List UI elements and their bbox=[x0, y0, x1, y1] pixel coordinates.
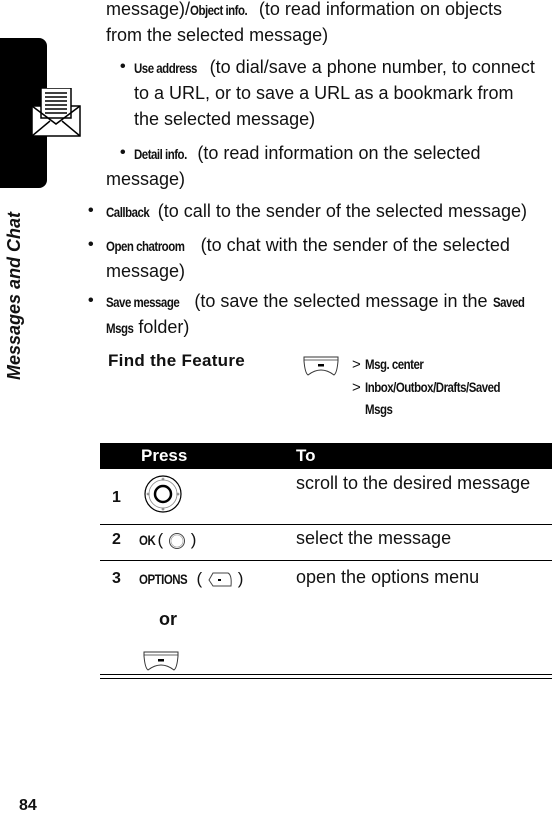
paren: ( bbox=[157, 530, 164, 549]
keyword-object-info: Object info. bbox=[190, 2, 248, 18]
keyword-callback: Callback bbox=[106, 204, 150, 220]
step-description: open the options menu bbox=[296, 567, 480, 587]
text: (to read information on the selected bbox=[192, 143, 481, 163]
or-label: or bbox=[159, 609, 177, 629]
bullet-open-chatroom: Open chatroom (to chat with the sender o… bbox=[106, 232, 510, 259]
bullet: • bbox=[120, 144, 126, 161]
page-number: 84 bbox=[19, 797, 37, 814]
nav-key-icon bbox=[144, 475, 182, 513]
menu-path-step: Msgs bbox=[365, 401, 393, 418]
table-bottom-line bbox=[100, 678, 552, 679]
keyword-saved: Saved bbox=[492, 294, 525, 310]
paren: ( bbox=[196, 569, 203, 588]
paragraph-line: message)/Object info. (to read informati… bbox=[106, 0, 502, 23]
menu-key-icon bbox=[143, 651, 179, 671]
menu-key-icon bbox=[303, 356, 339, 376]
text: (to call to the sender of the selected m… bbox=[152, 201, 527, 221]
text: message) bbox=[106, 169, 186, 189]
text: (to save the selected message in the bbox=[189, 291, 493, 311]
header-press: Press bbox=[141, 446, 188, 465]
press-ok: OK ( ) bbox=[139, 530, 196, 550]
sub-bullet-detail-info: Detail info. (to read information on the… bbox=[134, 140, 481, 167]
text: (to chat with the sender of the selected bbox=[195, 235, 510, 255]
center-select-key-icon bbox=[168, 532, 185, 549]
text: message)/ bbox=[106, 0, 191, 19]
header-to: To bbox=[296, 446, 316, 465]
right-soft-key-icon bbox=[208, 572, 232, 587]
path-msg-center: Msg. center bbox=[364, 356, 424, 372]
keyword-use-address: Use address bbox=[134, 60, 197, 76]
keyword-ok: OK bbox=[139, 532, 156, 548]
text-line: Msgs folder) bbox=[106, 314, 189, 341]
text: (to dial/save a phone number, to connect bbox=[204, 57, 535, 77]
path-msgs: Msgs bbox=[365, 401, 393, 417]
bullet-callback: Callback (to call to the sender of the s… bbox=[106, 198, 527, 225]
sub-bullet-use-address: Use address (to dial/save a phone number… bbox=[134, 54, 535, 81]
press-options: OPTIONS ( ) bbox=[139, 569, 243, 589]
row-divider bbox=[100, 524, 552, 525]
step-number: 2 bbox=[112, 531, 121, 548]
section-label: Messages and Chat bbox=[4, 211, 24, 380]
arrow: > bbox=[352, 379, 361, 396]
keyword-msgs: Msgs bbox=[106, 320, 134, 336]
arrow: > bbox=[352, 356, 361, 373]
menu-path-step: > Msg. center bbox=[352, 356, 430, 373]
path-inbox: Inbox/Outbox/Drafts/Saved bbox=[364, 379, 501, 395]
keyword-options: OPTIONS bbox=[139, 571, 188, 587]
paren: ) bbox=[190, 530, 197, 549]
keyword-detail-info: Detail info. bbox=[134, 146, 187, 162]
step-number: 3 bbox=[112, 570, 121, 587]
step-number: 1 bbox=[112, 489, 121, 506]
find-feature-title: Find the Feature bbox=[108, 351, 246, 370]
step-description: select the message bbox=[296, 528, 452, 548]
text: message) bbox=[106, 261, 186, 281]
paren: ) bbox=[237, 569, 244, 588]
keyword-open-chatroom: Open chatroom bbox=[106, 238, 185, 254]
bullet: • bbox=[120, 58, 126, 75]
paragraph-line: from the selected message) bbox=[106, 25, 329, 45]
text: to a URL, or to save a URL as a bookmark… bbox=[134, 83, 514, 103]
bullet-save-message: Save message (to save the selected messa… bbox=[106, 288, 525, 315]
row-divider bbox=[100, 560, 552, 561]
table-header: Press To bbox=[100, 443, 552, 469]
envelope-letter-icon bbox=[31, 88, 81, 137]
step-description: scroll to the desired message bbox=[296, 473, 531, 493]
keyword-save-message: Save message bbox=[106, 294, 180, 310]
bullet: • bbox=[88, 236, 94, 253]
bullet: • bbox=[88, 202, 94, 219]
menu-path-step: > Inbox/Outbox/Drafts/Saved bbox=[352, 379, 524, 396]
bullet: • bbox=[88, 292, 94, 309]
text: folder) bbox=[133, 317, 190, 337]
table-bottom-line bbox=[100, 674, 552, 675]
text: the selected message) bbox=[134, 109, 316, 129]
text: (to read information on objects bbox=[253, 0, 502, 19]
